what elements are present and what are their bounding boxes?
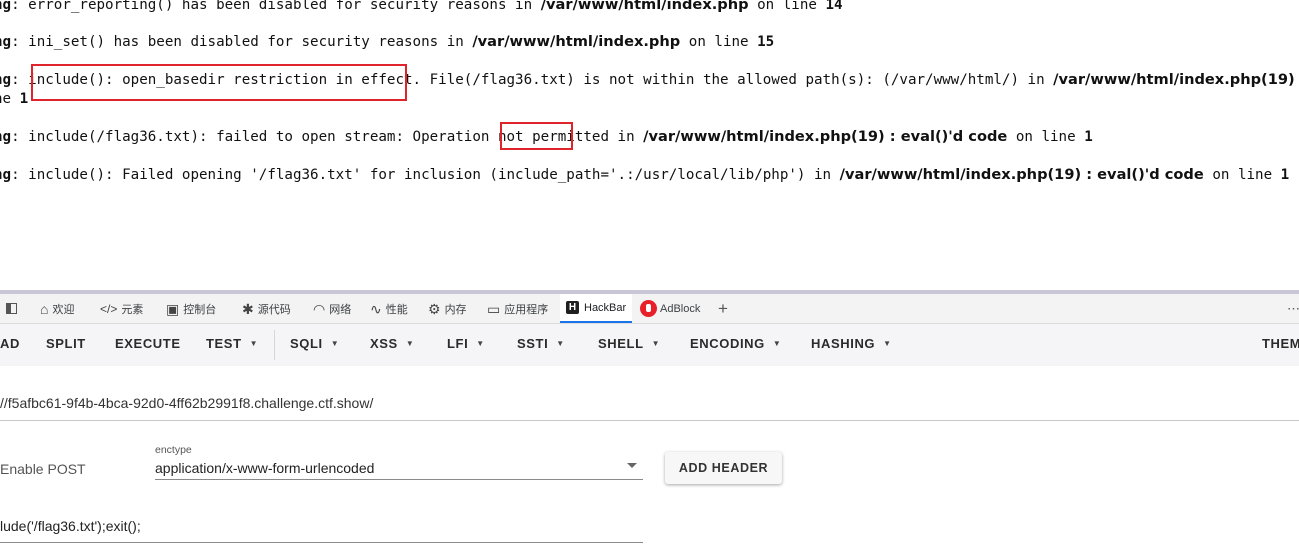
tab-application[interactable]: ▭ 应用程序 [487, 294, 548, 323]
tab-sources[interactable]: ✱ 源代码 [242, 294, 291, 323]
highlight-box-open-basedir [31, 64, 407, 101]
tab-elements[interactable]: </> 元素 [100, 294, 143, 323]
chevron-down-icon: ▼ [476, 339, 485, 348]
tab-performance[interactable]: ∿ 性能 [370, 294, 408, 323]
url-input[interactable]: //f5afbc61-9f4b-4bca-92d0-4ff62b2991f8.c… [0, 395, 373, 411]
application-icon: ▭ [487, 300, 501, 317]
warning-line-3-wrap: ne 1 [0, 91, 29, 107]
php-warning-output: ng: error_reporting() has been disabled … [0, 0, 1299, 290]
theme-menu[interactable]: THEM [1262, 336, 1299, 351]
xss-menu[interactable]: XSS ▼ [370, 336, 414, 351]
tab-network[interactable]: ◠ 网络 [313, 294, 351, 323]
tab-console[interactable]: ▣ 控制台 [166, 294, 216, 323]
dock-side-icon[interactable] [6, 294, 21, 323]
enctype-underline [155, 479, 643, 480]
post-body-underline [0, 542, 643, 543]
chevron-down-icon[interactable] [627, 463, 637, 468]
chevron-down-icon: ▼ [405, 339, 415, 348]
bug-icon: ✱ [242, 300, 254, 317]
home-icon: ⌂ [40, 300, 49, 317]
warning-line-5: ng: include(): Failed opening '/flag36.t… [0, 166, 1290, 183]
add-tab-icon[interactable]: + [718, 294, 728, 323]
chevron-down-icon: ▼ [249, 339, 259, 348]
lfi-menu[interactable]: LFI ▼ [447, 336, 485, 351]
load-button[interactable]: AD [0, 336, 20, 351]
url-input-underline [0, 420, 1299, 421]
warning-line-1: ng: error_reporting() has been disabled … [0, 0, 843, 13]
toolbar-divider [274, 330, 275, 360]
hackbar-toolbar: AD SPLIT EXECUTE TEST ▼ SQLI ▼ XSS ▼ LFI ▼ S… [0, 324, 1299, 366]
warning-line-2: ng: ini_set() has been disabled for secu… [0, 33, 775, 50]
post-body-input[interactable]: lude('/flag36.txt');exit(); [0, 518, 141, 534]
execute-button[interactable]: EXECUTE [115, 336, 181, 351]
chevron-down-icon: ▼ [556, 339, 565, 348]
more-options-icon[interactable]: ⋯ [1287, 294, 1299, 323]
tab-adblock[interactable]: AdBlock [640, 294, 700, 323]
test-menu[interactable]: TEST ▼ [206, 336, 258, 351]
wifi-icon: ◠ [313, 300, 326, 317]
shell-menu[interactable]: SHELL ▼ [598, 336, 660, 351]
split-button[interactable]: SPLIT [46, 336, 86, 351]
chevron-down-icon: ▼ [772, 339, 782, 348]
sqli-menu[interactable]: SQLI ▼ [290, 336, 339, 351]
performance-icon: ∿ [370, 300, 382, 317]
hashing-menu[interactable]: HASHING ▼ [811, 336, 892, 351]
highlight-box-permitted [500, 122, 573, 150]
tab-welcome[interactable]: ⌂ 欢迎 [40, 294, 74, 323]
code-icon: </> [100, 301, 118, 316]
enctype-select[interactable]: application/x-www-form-urlencoded [155, 460, 374, 476]
encoding-menu[interactable]: ENCODING ▼ [690, 336, 781, 351]
adblock-logo [640, 300, 657, 317]
tab-memory[interactable]: ⚙ 内存 [428, 294, 467, 323]
hackbar-logo: H [566, 301, 579, 314]
enable-post-toggle[interactable]: Enable POST [0, 461, 86, 477]
console-icon: ▣ [166, 300, 180, 317]
tab-hackbar[interactable]: H HackBar [560, 294, 633, 323]
memory-icon: ⚙ [428, 300, 441, 317]
devtools-tabbar: ⌂ 欢迎 </> 元素 ▣ 控制台 ✱ 源代码 ◠ 网络 ∿ 性能 ⚙ 内存 ▭ 应用程序 HH… [0, 294, 1299, 324]
chevron-down-icon: ▼ [883, 339, 892, 348]
enctype-label: enctype [155, 444, 192, 456]
chevron-down-icon: ▼ [330, 339, 340, 348]
ssti-menu[interactable]: SSTI ▼ [517, 336, 565, 351]
chevron-down-icon: ▼ [651, 339, 661, 348]
add-header-button[interactable]: ADD HEADER [665, 452, 782, 484]
